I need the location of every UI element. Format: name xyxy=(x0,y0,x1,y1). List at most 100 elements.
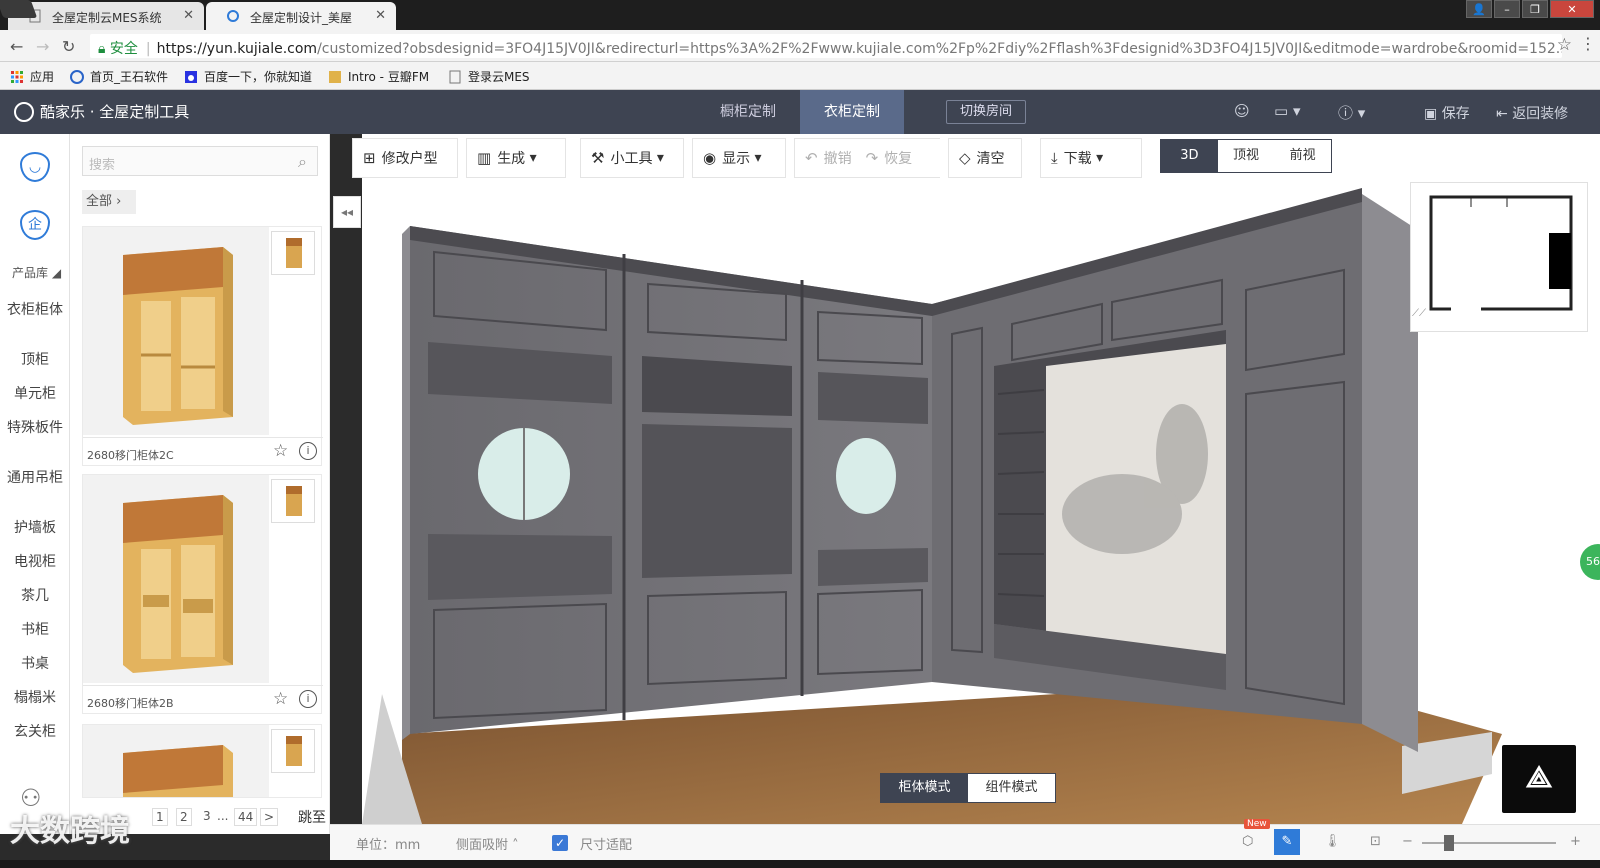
resize-handle-icon[interactable]: ⟋⟋ xyxy=(1412,308,1430,324)
wardrobe-thumbnail xyxy=(83,725,269,797)
fit-size-checkbox[interactable]: ✓ xyxy=(552,835,568,851)
bookmark-star-icon[interactable]: ☆ xyxy=(1557,35,1572,55)
help-icon[interactable]: ⓘ ▾ xyxy=(1338,102,1365,123)
brush-icon[interactable]: ✎ xyxy=(1274,829,1300,855)
bookmark-douban[interactable]: Intro - 豆瓣FM xyxy=(328,68,429,85)
clear-button[interactable]: ◇ 清空 xyxy=(948,138,1022,178)
rail-item-wardrobe-body[interactable]: 衣柜柜体 xyxy=(0,302,70,318)
tab-kitchen-cabinet[interactable]: 橱柜定制 xyxy=(696,90,800,134)
generate-button[interactable]: ▥ 生成 ▾ xyxy=(466,138,566,178)
product-card[interactable]: 2680移门柜体2B ☆ i xyxy=(82,474,323,714)
zoom-slider[interactable] xyxy=(1422,842,1556,844)
rail-item-bookcase[interactable]: 书柜 xyxy=(0,622,70,638)
search-icon[interactable]: ⌕ xyxy=(298,152,307,172)
page-ellipsis: ... xyxy=(217,809,229,823)
rail-item-special-panel[interactable]: 特殊板件 xyxy=(0,420,70,436)
close-icon[interactable]: ✕ xyxy=(183,8,194,23)
user-icon[interactable]: 👤 xyxy=(1466,0,1492,18)
service-icon[interactable]: ☺ xyxy=(1234,102,1250,120)
menu-icon[interactable]: ⋮ xyxy=(1580,34,1596,53)
rail-item-wainscot[interactable]: 护墙板 xyxy=(0,520,70,536)
zoom-out-icon[interactable]: − xyxy=(1402,834,1413,849)
cube-icon[interactable]: ⬡ xyxy=(1242,834,1253,849)
zoom-in-icon[interactable]: + xyxy=(1570,834,1581,849)
browser-tab-mes[interactable]: 全屋定制云MES系统 ✕ xyxy=(8,2,204,30)
return-icon: ⇤ xyxy=(1496,106,1513,122)
rail-item-tatami[interactable]: 榻榻米 xyxy=(0,690,70,706)
bookmark-mes[interactable]: 登录云MES xyxy=(448,68,530,85)
rail-item-entrance[interactable]: 玄关柜 xyxy=(0,724,70,740)
component-mode-button[interactable]: 组件模式 xyxy=(968,774,1055,802)
forward-icon[interactable]: → xyxy=(36,37,49,56)
bookmark-baidu[interactable]: 百度一下，你就知道 xyxy=(184,68,312,85)
brand-logo-badge[interactable]: ⟁ xyxy=(1502,745,1576,813)
url-input[interactable]: 🔒︎ 安全 | https://yun.kujiale.com/customized… xyxy=(90,34,1562,58)
product-card[interactable] xyxy=(82,724,322,798)
maximize-icon[interactable]: ❐ xyxy=(1522,0,1548,18)
bookmark-wangshi[interactable]: 首页_王石软件 xyxy=(70,68,168,85)
page-1[interactable]: 1 xyxy=(152,808,168,826)
minimize-icon[interactable]: – xyxy=(1494,0,1520,18)
save-button[interactable]: ▣ 保存 xyxy=(1424,103,1470,123)
side-snap-toggle[interactable]: 侧面吸附 ˄ xyxy=(456,834,519,853)
page-3[interactable]: 3 xyxy=(200,808,214,826)
window-close-icon[interactable]: ✕ xyxy=(1550,0,1594,18)
zoom-slider-thumb[interactable] xyxy=(1444,835,1454,851)
reload-icon[interactable]: ↻ xyxy=(62,37,75,56)
page-2[interactable]: 2 xyxy=(176,808,192,826)
rail-item-unit-cabinet[interactable]: 单元柜 xyxy=(0,386,70,402)
close-icon[interactable]: ✕ xyxy=(375,8,386,23)
jump-to-page[interactable]: 跳至 xyxy=(298,807,326,827)
view-top-button[interactable]: 顶视 xyxy=(1218,140,1275,172)
filter-all-breadcrumb[interactable]: 全部 › xyxy=(82,190,136,214)
redo-button[interactable]: ↷ 恢复 xyxy=(866,148,913,168)
tab-wardrobe[interactable]: 衣柜定制 xyxy=(800,90,904,134)
switch-room-button[interactable]: 切换房间 xyxy=(946,100,1026,124)
page-44[interactable]: 44 xyxy=(234,808,258,826)
view-front-button[interactable]: 前视 xyxy=(1274,140,1331,172)
undo-button[interactable]: ↶ 撤销 xyxy=(805,148,852,168)
favorite-star-icon[interactable]: ☆ xyxy=(273,689,288,709)
download-button[interactable]: ⤓ 下载 ▾ xyxy=(1040,138,1142,178)
rail-item-tv-cabinet[interactable]: 电视柜 xyxy=(0,554,70,570)
view-3d-button[interactable]: 3D xyxy=(1161,140,1218,172)
modify-layout-button[interactable]: ⊞ 修改户型 xyxy=(352,138,458,178)
new-tab-button[interactable] xyxy=(0,0,38,18)
browser-tab-bar: 全屋定制云MES系统 ✕ 全屋定制设计_美屋 ✕ 👤 – ❐ ✕ xyxy=(0,0,1600,30)
collapse-panel-button[interactable]: ◂◂ xyxy=(333,196,361,228)
rail-item-tea-table[interactable]: 茶几 xyxy=(0,588,70,604)
floor-plan-minimap[interactable] xyxy=(1410,182,1588,332)
info-icon[interactable]: i xyxy=(299,442,317,460)
fit-view-icon[interactable]: ⊡ xyxy=(1370,834,1381,849)
browser-tab-design[interactable]: 全屋定制设计_美屋 ✕ xyxy=(206,2,396,30)
tools-button[interactable]: ⚒ 小工具 ▾ xyxy=(580,138,684,178)
favorite-star-icon[interactable]: ☆ xyxy=(273,441,288,461)
bookmark-apps[interactable]: 应用 xyxy=(10,68,54,85)
douban-icon xyxy=(328,70,342,84)
lock-icon: 🔒︎ xyxy=(98,41,106,57)
info-icon[interactable]: i xyxy=(299,690,317,708)
variant-thumbnail[interactable] xyxy=(271,479,315,523)
page-icon xyxy=(448,70,462,84)
variant-thumbnail[interactable] xyxy=(271,729,315,773)
light-icon[interactable]: 🌡︎ xyxy=(1324,834,1341,849)
secure-label: 安全 xyxy=(109,41,138,57)
product-card[interactable]: 2680移门柜体2C ☆ i xyxy=(82,226,323,466)
display-button[interactable]: ◉ 显示 ▾ xyxy=(692,138,786,178)
return-button[interactable]: ⇤ 返回装修 xyxy=(1496,103,1568,123)
message-icon[interactable]: ▭ ▾ xyxy=(1274,102,1300,120)
variant-thumbnail[interactable] xyxy=(271,231,315,275)
kujiale-icon xyxy=(226,9,240,23)
shield-icon[interactable]: ◡ xyxy=(20,152,50,182)
enterprise-icon[interactable]: 企 xyxy=(20,210,50,240)
cabinet-mode-button[interactable]: 柜体模式 xyxy=(881,774,968,802)
rail-item-top-cabinet[interactable]: 顶柜 xyxy=(0,352,70,368)
rail-item-desk[interactable]: 书桌 xyxy=(0,656,70,672)
search-input[interactable]: 搜索 ⌕ xyxy=(82,146,318,176)
address-bar: ← → ↻ 🔒︎ 安全 | https://yun.kujiale.com/cust… xyxy=(0,30,1600,62)
product-library-label[interactable]: 产品库 ◢ xyxy=(12,264,61,281)
generate-icon: ▥ xyxy=(477,149,492,167)
back-icon[interactable]: ← xyxy=(10,37,23,56)
next-page-icon[interactable]: > xyxy=(260,808,279,826)
rail-item-wall-cabinet[interactable]: 通用吊柜 xyxy=(0,470,70,486)
